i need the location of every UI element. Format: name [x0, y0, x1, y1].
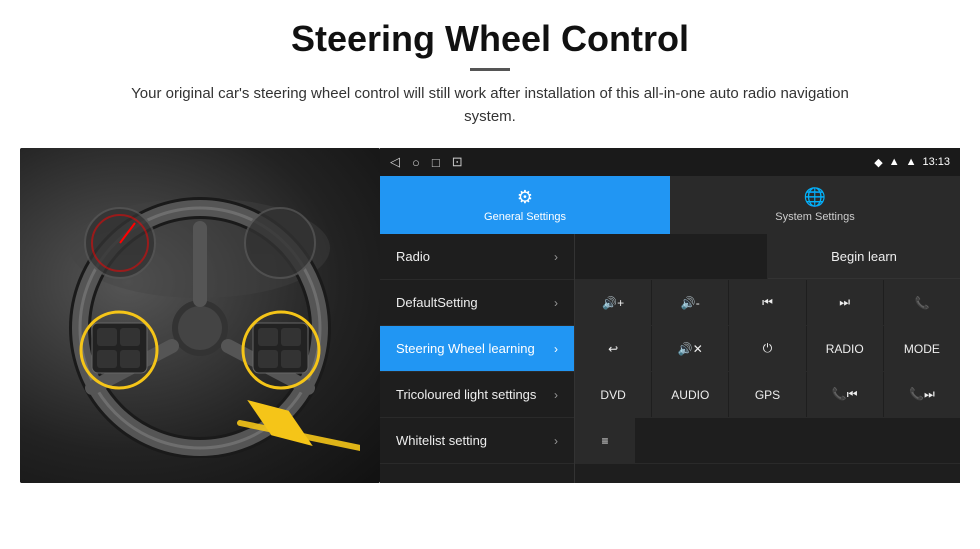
back-icon[interactable]: ◁ — [390, 154, 400, 170]
mode-button[interactable]: MODE — [884, 326, 960, 371]
audio-label: AUDIO — [671, 388, 709, 402]
time-display: 13:13 — [922, 156, 950, 168]
steering-bg — [20, 148, 380, 483]
main-panel: Radio › DefaultSetting › Steering Wheel … — [380, 234, 960, 483]
control-row-3: DVD AUDIO GPS 📞⏮ 📞⏭ — [575, 372, 960, 418]
phone-next-icon: 📞⏭ — [909, 387, 935, 402]
vol-up-button[interactable]: 🔊+ — [575, 280, 652, 325]
status-bar-left: ◁ ○ □ ⊡ — [390, 154, 463, 170]
phone-icon: 📞 — [914, 296, 929, 310]
next-track-icon: ⏭ — [839, 295, 850, 310]
phone-prev-icon: 📞⏮ — [832, 387, 858, 402]
left-menu: Radio › DefaultSetting › Steering Wheel … — [380, 234, 575, 483]
begin-learn-button[interactable]: Begin learn — [768, 234, 960, 279]
audio-button[interactable]: AUDIO — [652, 372, 729, 417]
mute-icon: 🔊✕ — [678, 342, 703, 356]
list-icon-button[interactable]: ≡ — [575, 418, 635, 463]
menu-label-radio: Radio — [396, 249, 430, 264]
tab-general-label: General Settings — [484, 211, 566, 223]
radio-button[interactable]: RADIO — [807, 326, 884, 371]
location-icon: ◆ — [874, 156, 882, 169]
steering-wheel-svg — [40, 168, 360, 458]
home-icon[interactable]: ○ — [412, 155, 420, 170]
menu-label-steering: Steering Wheel learning — [396, 341, 535, 356]
next-track-button[interactable]: ⏭ — [807, 280, 884, 325]
dvd-label: DVD — [600, 388, 625, 402]
page-title: Steering Wheel Control — [60, 18, 920, 60]
phone-button[interactable]: 📞 — [884, 280, 960, 325]
steering-image — [20, 148, 380, 483]
wifi-icon: ▲ — [906, 156, 917, 168]
control-row-4: ≡ — [575, 418, 960, 464]
control-row-2: ↩ 🔊✕ ⏻ RADIO MODE — [575, 326, 960, 372]
power-icon: ⏻ — [763, 341, 773, 356]
status-bar-right: ◆ ▲ ▲ 13:13 — [874, 156, 950, 169]
list-icon: ≡ — [601, 434, 608, 448]
menu-item-whitelist[interactable]: Whitelist setting › — [380, 418, 574, 464]
page-wrapper: Steering Wheel Control Your original car… — [0, 0, 980, 549]
menu-chevron-whitelist: › — [554, 434, 558, 448]
status-bar: ◁ ○ □ ⊡ ◆ ▲ ▲ 13:13 — [380, 148, 960, 176]
vol-up-icon: 🔊+ — [602, 296, 624, 310]
menu-chevron-default: › — [554, 296, 558, 310]
radio-label: RADIO — [826, 342, 864, 356]
vol-down-button[interactable]: 🔊- — [652, 280, 729, 325]
menu-label-tricoloured: Tricoloured light settings — [396, 387, 536, 402]
menu-item-steering[interactable]: Steering Wheel learning › — [380, 326, 574, 372]
menu-item-default[interactable]: DefaultSetting › — [380, 280, 574, 326]
back-button[interactable]: ↩ — [575, 326, 652, 371]
empty-box — [575, 234, 768, 279]
gps-label: GPS — [755, 388, 780, 402]
menu-chevron-tricoloured: › — [554, 388, 558, 402]
android-ui: ◁ ○ □ ⊡ ◆ ▲ ▲ 13:13 ⚙ General Settings — [380, 148, 960, 483]
header-section: Steering Wheel Control Your original car… — [0, 0, 980, 138]
control-row-1: 🔊+ 🔊- ⏮ ⏭ 📞 — [575, 280, 960, 326]
system-settings-icon: 🌐 — [804, 187, 826, 208]
vol-down-icon: 🔊- — [681, 296, 700, 310]
dvd-button[interactable]: DVD — [575, 372, 652, 417]
tab-bar: ⚙ General Settings 🌐 System Settings — [380, 176, 960, 234]
menu-item-radio[interactable]: Radio › — [380, 234, 574, 280]
tab-general[interactable]: ⚙ General Settings — [380, 176, 670, 234]
tab-system[interactable]: 🌐 System Settings — [670, 176, 960, 234]
right-panel: Begin learn 🔊+ 🔊- ⏮ — [575, 234, 960, 483]
mute-button[interactable]: 🔊✕ — [652, 326, 729, 371]
menu-item-tricoloured[interactable]: Tricoloured light settings › — [380, 372, 574, 418]
menu-chevron-steering: › — [554, 342, 558, 356]
menu-label-default: DefaultSetting — [396, 295, 478, 310]
recent-icon[interactable]: □ — [432, 155, 440, 170]
phone-next-button[interactable]: 📞⏭ — [884, 372, 960, 417]
signal-icon: ▲ — [889, 156, 900, 168]
prev-track-button[interactable]: ⏮ — [729, 280, 806, 325]
prev-track-icon: ⏮ — [762, 295, 773, 310]
power-button[interactable]: ⏻ — [729, 326, 806, 371]
tab-system-label: System Settings — [775, 211, 854, 223]
phone-prev-button[interactable]: 📞⏮ — [807, 372, 884, 417]
back-nav-icon: ↩ — [608, 342, 618, 356]
menu-chevron-radio: › — [554, 250, 558, 264]
gps-button[interactable]: GPS — [729, 372, 806, 417]
general-settings-icon: ⚙ — [517, 187, 533, 208]
content-area: ◁ ○ □ ⊡ ◆ ▲ ▲ 13:13 ⚙ General Settings — [0, 148, 980, 549]
screenshot-icon[interactable]: ⊡ — [452, 154, 463, 170]
menu-label-whitelist: Whitelist setting — [396, 433, 487, 448]
mode-label: MODE — [904, 342, 940, 356]
subtitle: Your original car's steering wheel contr… — [130, 83, 850, 128]
top-row: Begin learn — [575, 234, 960, 280]
title-divider — [470, 68, 510, 71]
